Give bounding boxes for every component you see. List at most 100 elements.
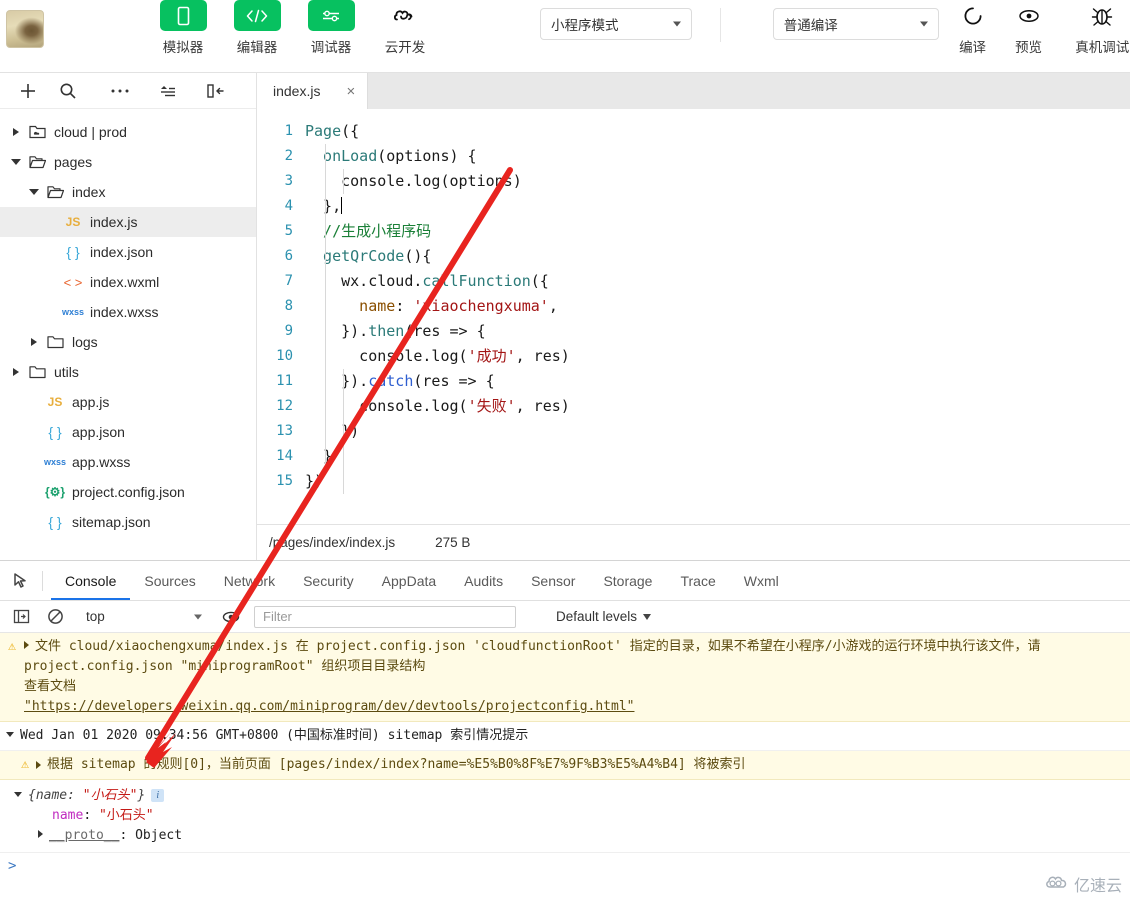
object-proto-row[interactable]: __proto__: Object [14,826,1130,846]
twisty-closed-icon[interactable] [8,368,24,376]
expand-arrow-icon[interactable] [24,641,29,649]
execution-context-select[interactable]: top [76,605,208,629]
tree-item-utils[interactable]: utils [0,357,256,387]
text-cursor [341,197,342,214]
twisty-open-icon[interactable] [8,159,24,165]
code-text: console.log(options) [305,169,522,194]
toolbar-button-simulator[interactable]: 模拟器 [152,0,214,56]
object-summary-row[interactable]: {name: "小石头"}i [14,786,1130,806]
code-line: 12 console.log('失败', res) [257,394,1130,419]
inspect-element-icon[interactable] [4,566,40,596]
real-device-debug-button[interactable]: 真机调试 [1075,0,1130,56]
console-group-header[interactable]: Wed Jan 01 2020 09:34:56 GMT+0800 (中国标准时… [0,722,1130,751]
devtools-tab-security[interactable]: Security [289,561,368,600]
devtools-tab-appdata[interactable]: AppData [368,561,450,600]
toolbar-button-debugger[interactable]: 调试器 [300,0,362,56]
twisty-open-icon[interactable] [26,189,42,195]
chevron-down-icon [643,614,651,620]
tree-item-index-wxss[interactable]: wxssindex.wxss [0,297,256,327]
code-text: } [305,444,332,469]
devtools-tab-network[interactable]: Network [210,561,289,600]
preview-button[interactable]: 预览 [1005,0,1053,56]
code-line: 5 //生成小程序码 [257,219,1130,244]
tree-item-app-json[interactable]: { }app.json [0,417,256,447]
tree-item-app-js[interactable]: JSapp.js [0,387,256,417]
console-filter-input[interactable] [254,606,516,628]
tree-item-index-js[interactable]: JSindex.js [0,207,256,237]
close-icon[interactable]: × [346,83,355,100]
console-warning-message[interactable]: ⚠ 文件 cloud/xiaochengxuma/index.js 在 proj… [0,633,1130,722]
devtools-tab-trace[interactable]: Trace [666,561,729,600]
expand-arrow-icon[interactable] [36,761,41,769]
code-line: 13 }) [257,419,1130,444]
tree-item-project-config-json[interactable]: {⚙}project.config.json [0,477,256,507]
tree-item-index-wxml[interactable]: < >index.wxml [0,267,256,297]
file-path-status: /pages/index/index.js [269,535,395,550]
tree-item-index-json[interactable]: { }index.json [0,237,256,267]
tree-item-app-wxss[interactable]: wxssapp.wxss [0,447,256,477]
wechat-devtools-window: 模拟器 编辑器 调试器 云开发 小程序模式 [0,0,1130,908]
search-icon[interactable] [48,77,88,105]
collapse-arrow-icon[interactable] [14,792,22,797]
log-levels-select[interactable]: Default levels [556,609,651,624]
collapse-all-icon[interactable] [148,77,188,105]
tree-item-sitemap-json[interactable]: { }sitemap.json [0,507,256,537]
file-tree: cloud | prodpagesindexJSindex.js{ }index… [0,109,256,537]
json-icon: { } [42,514,68,530]
tree-item-cloud-prod[interactable]: cloud | prod [0,117,256,147]
tree-item-index[interactable]: index [0,177,256,207]
console-group-header-text: Wed Jan 01 2020 09:34:56 GMT+0800 (中国标准时… [20,728,528,743]
json-icon: { } [42,424,68,440]
expand-arrow-icon[interactable] [38,830,43,838]
preview-button-label: 预览 [1015,36,1042,56]
object-proto-key[interactable]: __proto__ [49,828,119,843]
twisty-closed-icon[interactable] [26,338,42,346]
tree-item-logs[interactable]: logs [0,327,256,357]
indent-guide [325,144,326,469]
devtools-tab-wxml[interactable]: Wxml [730,561,793,600]
console-sitemap-warning[interactable]: ⚠ 根据 sitemap 的规则[0]，当前页面 [pages/index/in… [0,751,1130,780]
code-text: wx.cloud.callFunction({ [305,269,549,294]
object-summary-post: } [137,788,145,803]
code-text: }) [305,469,323,494]
object-summary-pre: {name: [28,788,83,803]
mode-select[interactable]: 小程序模式 [540,8,692,40]
add-icon[interactable] [8,77,48,105]
collapse-arrow-icon[interactable] [6,732,14,737]
line-number: 15 [257,469,305,494]
code-line: 9 }).then(res => { [257,319,1130,344]
tree-item-pages[interactable]: pages [0,147,256,177]
devtools-tab-sources[interactable]: Sources [130,561,209,600]
clear-console-icon[interactable] [38,604,72,630]
compile-mode-select[interactable]: 普通编译 [773,8,939,40]
code-text: onLoad(options) { [305,144,477,169]
twisty-closed-icon[interactable] [8,128,24,136]
eye-icon[interactable] [214,604,248,630]
toolbar-button-debugger-label: 调试器 [311,36,352,56]
code-brackets-icon [234,0,281,31]
toolbar-button-cloud-dev[interactable]: 云开发 [374,0,436,56]
tree-item-label: app.json [72,424,125,440]
console-prompt[interactable]: > [0,852,1130,878]
warning-doc-link[interactable]: "https://developers.weixin.qq.com/minipr… [24,697,638,717]
more-icon[interactable] [100,77,140,105]
editor-tab-index-js[interactable]: index.js × [257,73,368,109]
tree-item-label: app.js [72,394,109,410]
info-badge-icon[interactable]: i [151,789,164,802]
toolbar-button-editor[interactable]: 编辑器 [226,0,288,56]
code-content[interactable]: 1Page({2 onLoad(options) {3 console.log(… [257,109,1130,524]
code-line: 4 }, [257,194,1130,219]
devtools-tab-console[interactable]: Console [51,561,130,600]
user-avatar[interactable] [6,10,44,48]
devtools-tab-audits[interactable]: Audits [450,561,517,600]
devtools-tab-sensor[interactable]: Sensor [517,561,589,600]
panel-toggle-icon[interactable] [196,77,236,105]
code-text: Page({ [305,119,359,144]
watermark-text: 亿速云 [1074,872,1122,896]
code-text: }).then(res => { [305,319,486,344]
compile-button[interactable]: 编译 [949,0,997,56]
line-number: 13 [257,419,305,444]
sidebar-toggle-icon[interactable] [4,604,38,630]
devtools-tab-storage[interactable]: Storage [589,561,666,600]
editor-tabbar: index.js × [257,73,1130,109]
